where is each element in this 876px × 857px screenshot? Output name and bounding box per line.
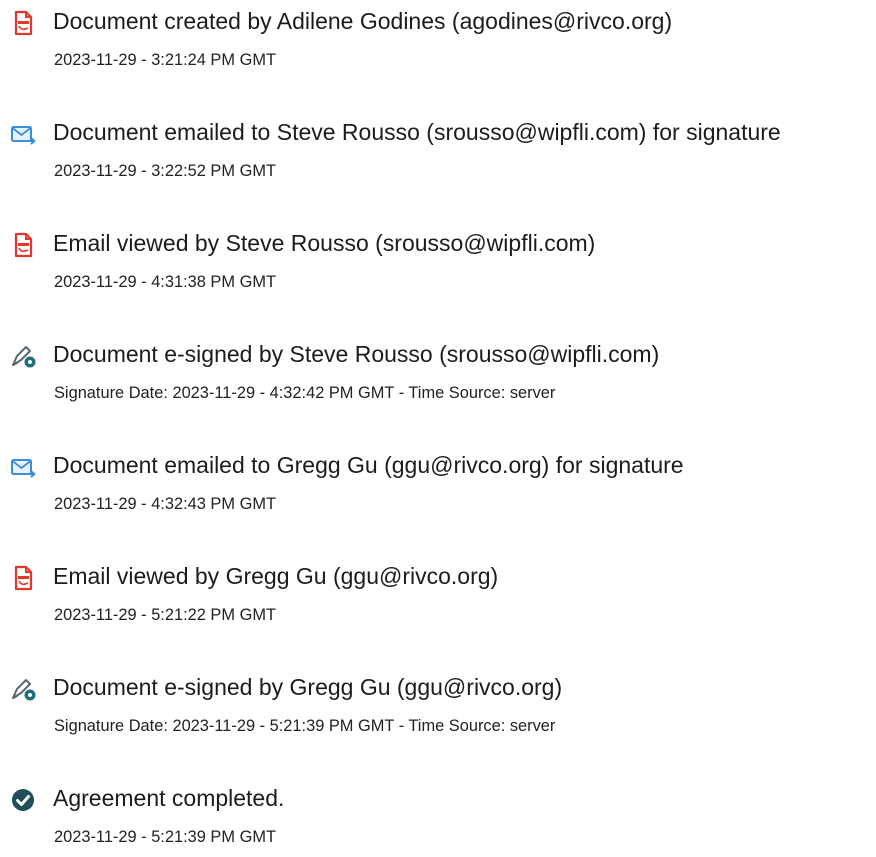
- event-title: Document emailed to Steve Rousso (srouss…: [53, 119, 781, 145]
- event-title: Document e-signed by Gregg Gu (ggu@rivco…: [53, 674, 563, 700]
- document-icon: [9, 231, 37, 259]
- e-sign-pen-icon: [9, 342, 37, 370]
- event-signature-date: Signature Date: 2023-11-29 - 5:21:39 PM …: [54, 717, 556, 735]
- event-title: Document e-signed by Steve Rousso (srous…: [53, 341, 660, 367]
- event-title: Document created by Adilene Godines (ago…: [53, 8, 673, 34]
- audit-event-viewed: Email viewed by Steve Rousso (srousso@wi…: [0, 222, 876, 302]
- event-timestamp: 2023-11-29 - 3:22:52 PM GMT: [54, 162, 276, 180]
- event-title: Email viewed by Gregg Gu (ggu@rivco.org): [53, 563, 499, 589]
- audit-event-completed: Agreement completed. 2023-11-29 - 5:21:3…: [0, 777, 876, 857]
- email-sent-icon: [9, 453, 37, 481]
- event-timestamp: 2023-11-29 - 3:21:24 PM GMT: [54, 51, 276, 69]
- audit-event-signed: Document e-signed by Steve Rousso (srous…: [0, 333, 876, 413]
- audit-event-emailed: Document emailed to Gregg Gu (ggu@rivco.…: [0, 444, 876, 524]
- email-sent-icon: [9, 120, 37, 148]
- audit-event-created: Document created by Adilene Godines (ago…: [0, 0, 876, 80]
- audit-event-viewed: Email viewed by Gregg Gu (ggu@rivco.org)…: [0, 555, 876, 635]
- document-icon: [9, 564, 37, 592]
- event-signature-date: Signature Date: 2023-11-29 - 4:32:42 PM …: [54, 384, 556, 402]
- e-sign-pen-icon: [9, 675, 37, 703]
- event-timestamp: 2023-11-29 - 5:21:39 PM GMT: [54, 828, 276, 846]
- audit-event-signed: Document e-signed by Gregg Gu (ggu@rivco…: [0, 666, 876, 746]
- audit-event-emailed: Document emailed to Steve Rousso (srouss…: [0, 111, 876, 191]
- event-timestamp: 2023-11-29 - 4:32:43 PM GMT: [54, 495, 276, 513]
- event-title: Agreement completed.: [53, 785, 285, 811]
- checkmark-circle-icon: [9, 786, 37, 814]
- event-timestamp: 2023-11-29 - 5:21:22 PM GMT: [54, 606, 276, 624]
- event-title: Email viewed by Steve Rousso (srousso@wi…: [53, 230, 596, 256]
- audit-trail-list: Document created by Adilene Godines (ago…: [0, 0, 876, 850]
- event-timestamp: 2023-11-29 - 4:31:38 PM GMT: [54, 273, 276, 291]
- event-title: Document emailed to Gregg Gu (ggu@rivco.…: [53, 452, 684, 478]
- document-icon: [9, 9, 37, 37]
